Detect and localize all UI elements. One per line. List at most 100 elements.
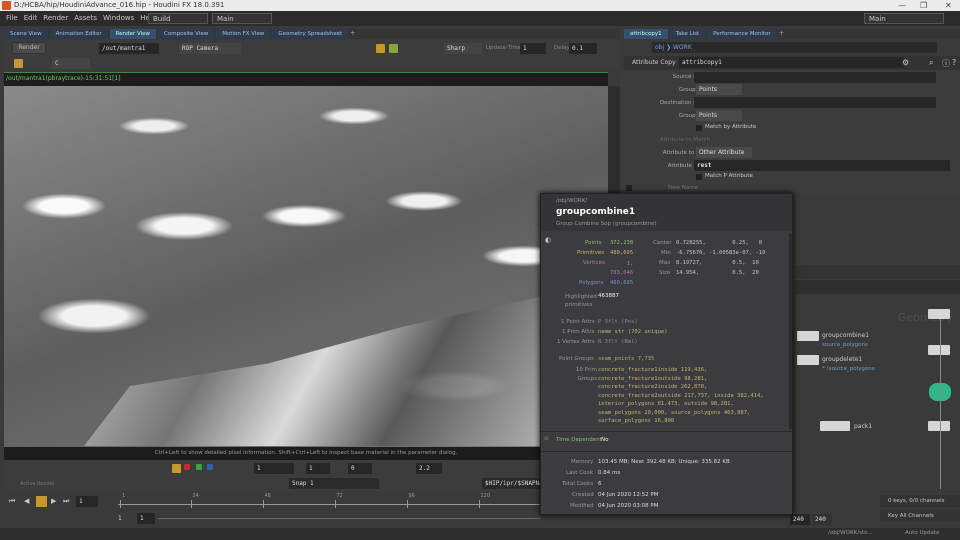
right-pane-tabs: attribcopy1 Take List Performance Monitor ＋ [624, 29, 960, 39]
node-right-1[interactable] [928, 309, 950, 319]
match-p-checkbox[interactable] [696, 174, 702, 180]
play-reverse-icon[interactable]: ◀ [24, 497, 29, 505]
path-obj[interactable]: obj [655, 44, 664, 51]
snapshot-icon[interactable] [376, 44, 385, 53]
network-pane[interactable]: Geometry groupcombine1 source_polygons g… [795, 195, 960, 495]
last-cook-label: Last Cook [566, 470, 593, 476]
tab-scene-view[interactable]: Scene View [4, 29, 48, 39]
node-groupdelete1[interactable] [797, 355, 819, 365]
desktop-select[interactable]: Build [148, 13, 208, 24]
update-time-label: Update Time [486, 45, 522, 51]
menu-render[interactable]: Render [43, 14, 68, 22]
status-path: /obj/WORK/sto... [828, 530, 873, 536]
jump-start-icon[interactable]: ⏮ [9, 497, 15, 506]
path-work[interactable]: WORK [673, 44, 692, 51]
red-channel-icon[interactable] [184, 464, 190, 470]
highlighted-value: 463887 [598, 293, 619, 299]
points-label: Points [585, 240, 602, 246]
tab-attribcopy1[interactable]: attribcopy1 [624, 29, 668, 39]
title-bar: D:/HCBA/hip/HoudiniAdvance_016.hip - Hou… [0, 0, 960, 11]
jump-end-icon[interactable]: ⏭ [63, 497, 69, 506]
auto-update-select[interactable]: Auto Update [905, 530, 939, 536]
range-slider[interactable] [158, 518, 540, 519]
tab-motion-fx-view[interactable]: Motion FX View [216, 29, 271, 39]
zoom-field[interactable]: 0 [348, 463, 372, 474]
geometry-icon: ◐ [545, 236, 552, 244]
gear-icon[interactable]: ⚙ [902, 58, 909, 67]
delay-field[interactable]: 0.1 [569, 43, 597, 54]
render-image[interactable] [4, 86, 608, 447]
prim-group: concrete_fracture2outside 217,737, insid… [598, 392, 764, 399]
node-right-2[interactable] [928, 345, 950, 355]
menu-edit[interactable]: Edit [24, 14, 38, 22]
render-button[interactable]: Render [12, 42, 46, 54]
param-header: Attribute Copy attribcopy1 ⚙ ⌕ ⓘ ? [624, 56, 960, 70]
tab-render-view[interactable]: Render View [109, 29, 157, 39]
menu-assets[interactable]: Assets [74, 14, 97, 22]
menu-file[interactable]: File [6, 14, 18, 22]
node-groupcombine1[interactable] [797, 331, 819, 341]
channel-select[interactable]: C [52, 58, 90, 69]
maximize-button[interactable]: ❐ [920, 0, 927, 11]
rgb-icon[interactable] [172, 464, 181, 473]
start-frame-field[interactable]: 1 [115, 513, 133, 524]
attribute-name-field[interactable]: rest [694, 160, 950, 171]
point-groups-label: Point Groups [559, 356, 595, 362]
output-field[interactable]: $HIP/ipr/$SNAPNA [482, 478, 543, 489]
end-frame2-field[interactable]: 240 [812, 514, 832, 525]
search-icon[interactable]: ⌕ [929, 58, 933, 68]
source-group-field[interactable] [694, 72, 936, 83]
parameters: Source Group Group Type Points Destinati… [620, 70, 960, 195]
node-info-popup: /obj/WORK/ groupcombine1 Group Combine S… [540, 193, 793, 515]
total-cooks-value: 6 [598, 481, 602, 487]
info-icon[interactable]: ⓘ [942, 58, 950, 69]
group-type-select[interactable]: Points [696, 84, 742, 95]
start-frame2-field[interactable]: 1 [137, 513, 155, 524]
node-comment: source_polygons [822, 342, 868, 348]
exposure-field[interactable]: 1 [254, 463, 294, 474]
add-tab-icon[interactable]: ＋ [779, 31, 785, 37]
node-right-3[interactable] [928, 421, 950, 431]
camera-select[interactable]: ROP Camera [179, 43, 241, 54]
key-all-channels-button[interactable]: Key All Channels [880, 510, 960, 522]
match-by-attribute-checkbox[interactable] [696, 125, 702, 131]
add-tab-icon[interactable]: ＋ [350, 31, 356, 37]
node-name-field[interactable]: attribcopy1 [679, 57, 904, 68]
max-value: 8.19727, 0.5, 10 [676, 260, 759, 266]
play-icon[interactable]: ▶ [51, 497, 56, 505]
close-button[interactable]: ✕ [945, 0, 952, 11]
tab-performance-monitor[interactable]: Performance Monitor [707, 29, 777, 39]
green-channel-icon[interactable] [196, 464, 202, 470]
sharp-select[interactable]: Sharp [444, 43, 482, 54]
timeline-tick-label: 72 [336, 493, 343, 499]
minimize-button[interactable]: — [898, 0, 906, 11]
tab-take-list[interactable]: Take List [669, 29, 706, 39]
display-icon[interactable] [14, 59, 23, 68]
node-pack1[interactable] [820, 421, 850, 431]
preview-icon[interactable] [389, 44, 398, 53]
attribute-to-copy-select[interactable]: Other Attribute [696, 147, 752, 158]
group-type2-select[interactable]: Points [696, 110, 742, 121]
blue-channel-icon[interactable] [207, 464, 213, 470]
destination-group-field[interactable] [694, 97, 936, 108]
snap-select[interactable]: Snap 1 [289, 478, 379, 489]
stop-button[interactable] [36, 496, 47, 507]
end-frame-field[interactable]: 240 [790, 514, 810, 525]
tab-composite-view[interactable]: Composite View [158, 29, 215, 39]
tab-geometry-spreadsheet[interactable]: Geometry Spreadsheet [272, 29, 349, 39]
popup-scrollbar[interactable] [789, 234, 792, 429]
timeline-tick-label: 48 [264, 493, 271, 499]
prim-group: concrete_fracture2inside 262,878, [598, 384, 708, 390]
gamma-value-field[interactable]: 1 [306, 463, 330, 474]
new-name-label: New Name [668, 185, 698, 191]
right-desk-select[interactable]: Main [864, 13, 944, 24]
update-time-field[interactable]: 1 [520, 43, 546, 54]
current-frame-field[interactable]: 1 [76, 496, 98, 507]
size-label: Size [659, 270, 671, 276]
main-select[interactable]: Main [212, 13, 272, 24]
gamma-field[interactable]: 2.2 [416, 463, 442, 474]
help-icon[interactable]: ? [952, 58, 956, 67]
tab-animation-editor[interactable]: Animation Editor [49, 29, 108, 39]
rop-select[interactable]: /out/mantra1 [99, 43, 159, 54]
menu-windows[interactable]: Windows [103, 14, 134, 22]
